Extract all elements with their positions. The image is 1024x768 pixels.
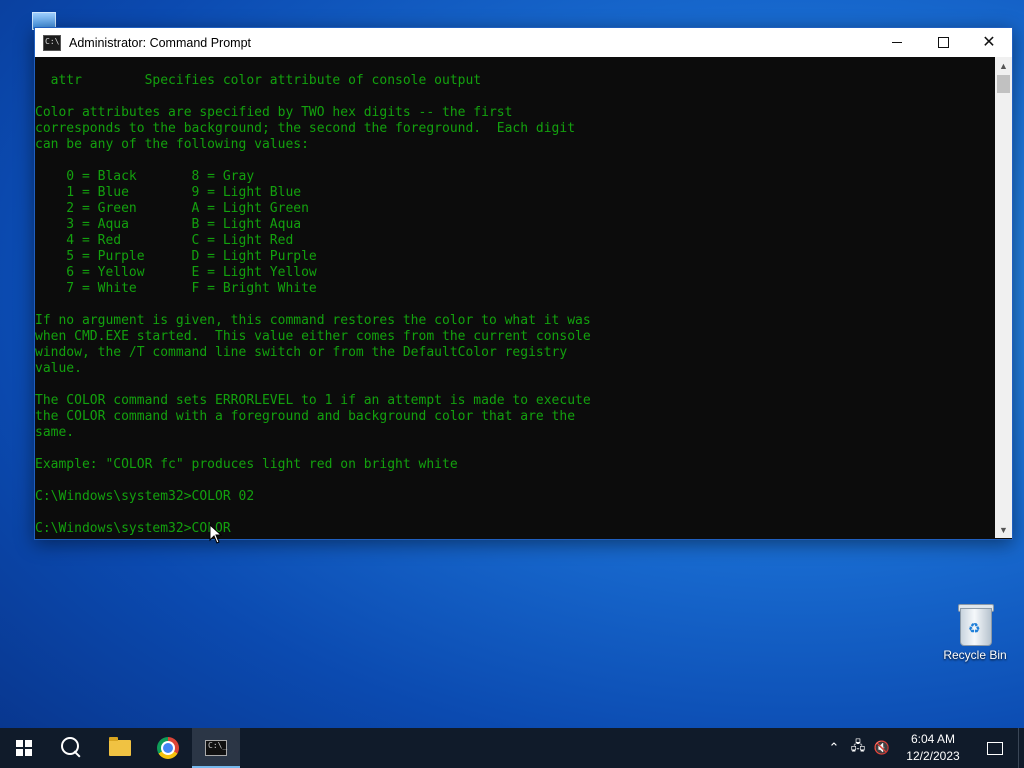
console-text: attr Specifies color attribute of consol…	[35, 73, 591, 536]
taskbar-command-prompt[interactable]: C:\_	[192, 728, 240, 768]
windows-logo-icon	[16, 740, 32, 756]
maximize-button[interactable]	[920, 28, 966, 57]
clock-time: 6:04 AM	[910, 732, 956, 746]
window-titlebar[interactable]: C:\ Administrator: Command Prompt ✕	[35, 28, 1012, 57]
cmd-icon: C:\_	[205, 740, 227, 756]
taskbar-file-explorer[interactable]	[96, 728, 144, 768]
vertical-scrollbar[interactable]: ▲ ▼	[995, 57, 1012, 538]
minimize-button[interactable]	[874, 28, 920, 57]
notification-icon	[987, 741, 1003, 755]
clock-date: 12/2/2023	[906, 749, 960, 763]
search-button[interactable]	[48, 728, 96, 768]
system-tray: ⌃ 🖧 🔇 6:04 AM 12/2/2023	[822, 728, 1024, 768]
taskbar-chrome[interactable]	[144, 728, 192, 768]
close-icon: ✕	[982, 33, 996, 51]
volume-muted-icon[interactable]: 🔇	[870, 728, 894, 768]
scroll-thumb[interactable]	[997, 75, 1010, 93]
command-prompt-window[interactable]: C:\ Administrator: Command Prompt ✕ attr…	[34, 27, 1013, 540]
folder-icon	[109, 737, 131, 756]
start-button[interactable]	[0, 728, 48, 768]
show-desktop-button[interactable]	[1018, 728, 1024, 768]
search-icon	[61, 737, 79, 755]
cmd-icon: C:\	[43, 34, 61, 51]
clock[interactable]: 6:04 AM 12/2/2023	[894, 731, 972, 765]
window-title: Administrator: Command Prompt	[69, 35, 252, 50]
maximize-icon	[937, 37, 949, 48]
recycle-bin-icon: ♻	[957, 602, 994, 646]
console-output[interactable]: attr Specifies color attribute of consol…	[35, 57, 995, 538]
scroll-up-arrow-icon[interactable]: ▲	[995, 57, 1012, 74]
taskbar: C:\_ ⌃ 🖧 🔇 6:04 AM 12/2/2023	[0, 728, 1024, 768]
close-button[interactable]: ✕	[966, 28, 1012, 57]
scroll-down-arrow-icon[interactable]: ▼	[995, 521, 1012, 538]
network-icon[interactable]: 🖧	[846, 728, 870, 768]
action-center-button[interactable]	[972, 728, 1018, 768]
desktop-icon-label: Recycle Bin	[943, 648, 1007, 662]
chrome-icon	[157, 737, 179, 759]
desktop-icon-recycle-bin[interactable]: ♻ Recycle Bin	[935, 602, 1015, 662]
chevron-up-icon[interactable]: ⌃	[822, 728, 846, 768]
minimize-icon	[892, 42, 902, 43]
